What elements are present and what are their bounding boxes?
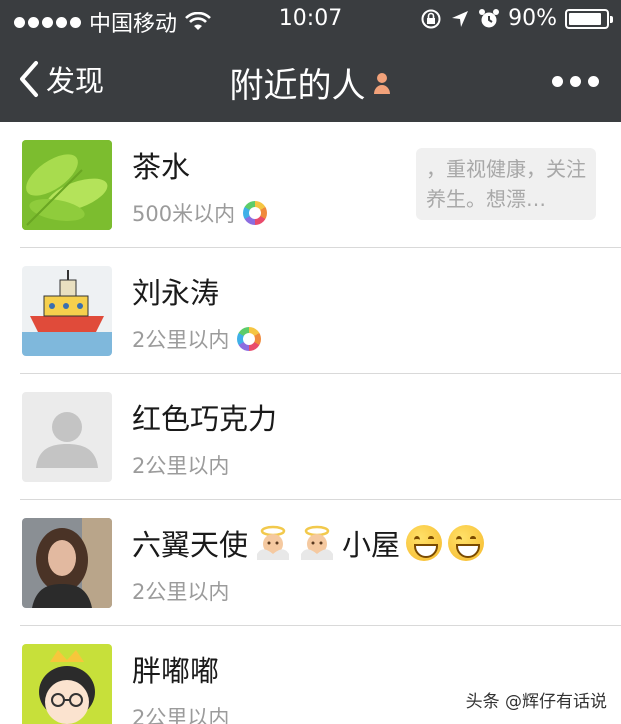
list-item[interactable]: 刘永涛 2公里以内 [0, 248, 621, 374]
more-options-button[interactable] [552, 76, 599, 87]
portrait-photo-image [22, 518, 112, 608]
rotation-lock-icon [421, 9, 441, 28]
person-name-text: 六翼天使 [132, 528, 249, 562]
grinning-emoji-icon [406, 525, 443, 561]
avatar [22, 140, 112, 230]
avatar [22, 266, 112, 356]
status-right: 90% [420, 6, 613, 31]
signature-bubble: ，重视健康，关注养生。想漂… [416, 148, 596, 220]
location-arrow-icon [452, 10, 469, 27]
person-name-text: 胖嘟嘟 [132, 654, 220, 688]
list-item[interactable]: 茶水 500米以内 ，重视健康，关注养生。想漂… [0, 122, 621, 248]
person-name: 红色巧克力 [132, 396, 277, 438]
distance-text: 2公里以内 [132, 454, 230, 478]
angel-emoji-icon [301, 525, 334, 560]
watermark: 头条 @辉仔有话说 [465, 692, 607, 712]
distance-text: 2公里以内 [132, 706, 230, 724]
list-item[interactable]: 六翼天使 小屋 2公里以内 [0, 500, 621, 626]
person-name: 茶水 [132, 144, 190, 186]
moments-ring-icon [243, 201, 268, 225]
distance-label: 2公里以内 [132, 450, 229, 480]
person-name: 六翼天使 小屋 [132, 522, 485, 564]
distance-label: 2公里以内 [132, 702, 229, 724]
person-name: 胖嘟嘟 [132, 648, 219, 690]
person-name: 刘永涛 [132, 270, 219, 312]
default-avatar-icon [22, 392, 112, 482]
person-name-text: 刘永涛 [132, 276, 220, 310]
person-name-text: 茶水 [132, 150, 191, 184]
list-item[interactable]: 红色巧克力 2公里以内 [0, 374, 621, 500]
person-name-text: 小屋 [342, 528, 401, 562]
distance-label: 500米以内 [132, 198, 268, 228]
status-bar: 中国移动 10:07 90% [0, 0, 621, 40]
boat-drawing-image [22, 266, 112, 356]
alarm-icon [479, 8, 500, 27]
person-filter-icon[interactable] [372, 70, 392, 96]
moments-ring-icon [237, 327, 262, 351]
distance-label: 2公里以内 [132, 324, 262, 354]
avatar [22, 518, 112, 608]
distance-label: 2公里以内 [132, 576, 229, 606]
distance-text: 2公里以内 [132, 580, 230, 604]
battery-percent: 90% [508, 6, 557, 31]
person-name-text: 红色巧克力 [132, 402, 278, 436]
avatar [22, 392, 112, 482]
distance-text: 500米以内 [132, 202, 236, 226]
grinning-emoji-icon [448, 525, 485, 561]
distance-text: 2公里以内 [132, 328, 230, 352]
angel-emoji-icon [257, 525, 290, 560]
cartoon-avatar-image [22, 644, 112, 724]
page-title: 附近的人 [0, 58, 621, 107]
battery-icon [565, 8, 613, 29]
leaf-image [22, 140, 112, 230]
avatar [22, 644, 112, 724]
page-title-text: 附近的人 [229, 66, 366, 106]
navigation-bar: 发现 附近的人 [0, 40, 621, 122]
